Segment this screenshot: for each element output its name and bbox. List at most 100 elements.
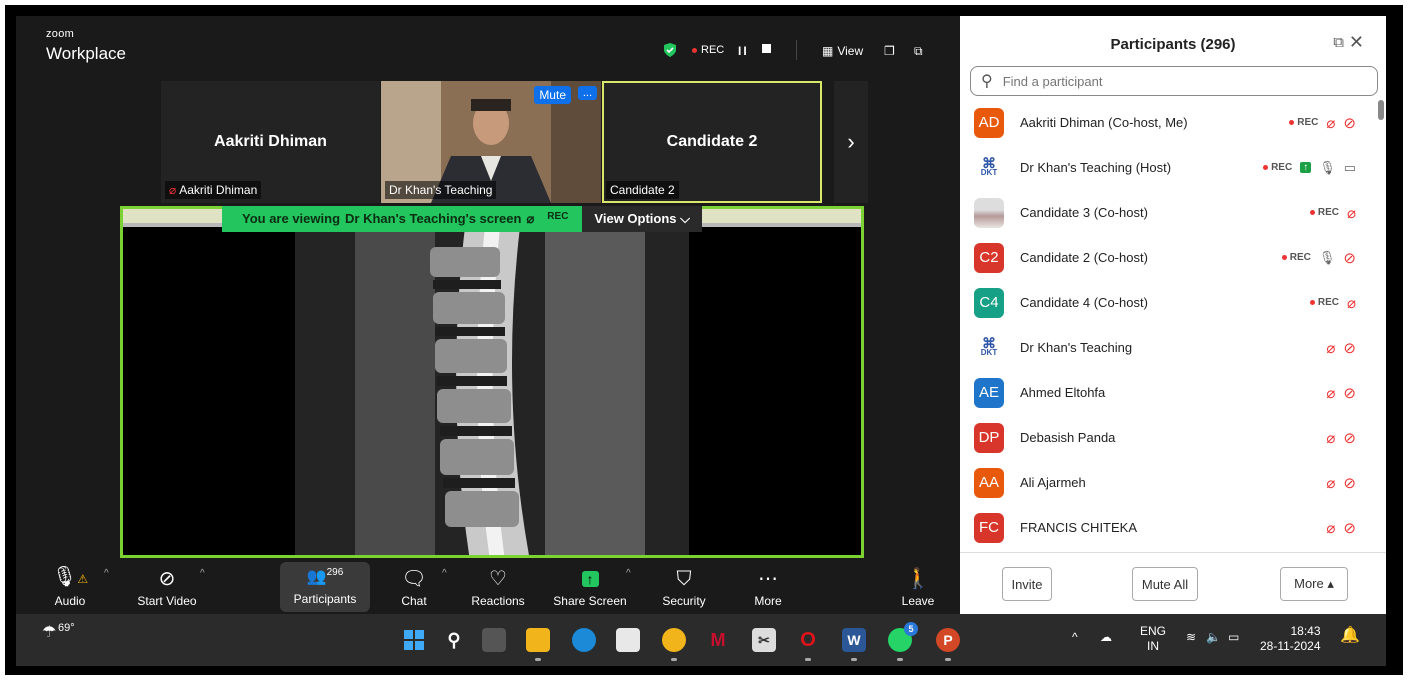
participant-status: REC ↑ 🎙 ▭ (1263, 160, 1356, 176)
video-tile-aakriti[interactable]: Aakriti Dhiman ⌀ Aakriti Dhiman (161, 81, 380, 203)
panel-title: Participants (296) (1110, 36, 1236, 53)
participant-status: REC ⌀ ⊘ (1289, 114, 1356, 132)
rec-dot-icon (1281, 255, 1287, 260)
whatsapp-icon[interactable]: 5 (888, 622, 918, 652)
share-options-caret[interactable]: ^ (626, 568, 631, 579)
windows-taskbar: ☂ 69° ⚲ M ✂ O W 5 P ^ ☁ ENG IN ≋ 🔈 ▭ 18:… (16, 614, 1386, 666)
share-screen-label: Share Screen (553, 594, 627, 608)
viewing-name: Dr Khan's Teaching's screen (345, 211, 522, 226)
video-off-icon: ⊘ (1343, 519, 1356, 537)
chrome-icon[interactable] (662, 628, 686, 652)
battery-icon[interactable]: ▭ (1228, 630, 1239, 645)
task-view-icon[interactable] (482, 628, 506, 652)
view-button[interactable]: ▦ View (822, 44, 863, 58)
pop-out-icon[interactable]: ⧉ (1333, 34, 1344, 51)
notification-bell-icon[interactable]: 🔔 (1340, 628, 1360, 644)
file-explorer-icon[interactable] (526, 628, 550, 652)
language-indicator[interactable]: ENG IN (1140, 624, 1166, 654)
running-indicator (535, 658, 541, 661)
start-windows-icon[interactable] (402, 628, 426, 652)
participants-button[interactable]: 👥296 Participants (280, 562, 370, 612)
grid-view-icon: ▦ (822, 44, 834, 58)
close-icon[interactable]: ✕ (1349, 32, 1364, 53)
rec-dot-icon (1263, 165, 1269, 170)
show-hidden-icons-chevron[interactable]: ^ (1072, 630, 1078, 645)
more-button[interactable]: ⋯ More (746, 558, 790, 614)
participant-row[interactable]: ⌘ DKT Dr Khan's Teaching ⌀ ⊘ (960, 325, 1376, 370)
ms-store-icon[interactable] (616, 628, 640, 652)
running-indicator (897, 658, 903, 661)
video-tile-dr-khan[interactable]: Mute ... Dr Khan's Teaching (381, 81, 601, 203)
word-icon[interactable]: W (842, 628, 866, 652)
leave-button[interactable]: 🚶 Leave (894, 558, 942, 614)
volume-icon[interactable]: 🔈 (1206, 630, 1221, 645)
tile-name: Candidate 2 (666, 133, 758, 150)
invite-button[interactable]: Invite (1002, 567, 1052, 601)
running-indicator (945, 658, 951, 661)
participant-row[interactable]: Candidate 3 (Co-host) REC ⌀ (960, 190, 1376, 235)
participant-row[interactable]: ⌘ DKT Dr Khan's Teaching (Host) REC ↑ 🎙 ▭ (960, 145, 1376, 190)
mute-participant-button[interactable]: Mute (534, 86, 571, 104)
video-tile-candidate-2[interactable]: Candidate 2 Candidate 2 (602, 81, 822, 203)
avatar: AD (974, 107, 1004, 138)
more-label: More (754, 594, 782, 608)
participant-row[interactable]: AA Ali Ajarmeh ⌀ ⊘ (960, 460, 1376, 505)
scrollbar[interactable] (1378, 100, 1384, 120)
start-video-button[interactable]: ⊘ Start Video (132, 558, 202, 614)
rec-dot-icon (1309, 210, 1315, 215)
mute-all-button[interactable]: Mute All (1132, 567, 1198, 601)
panel-more-button[interactable]: More ▴ (1280, 567, 1348, 601)
participant-row[interactable]: AD Aakriti Dhiman (Co-host, Me) REC ⌀ ⊘ (960, 100, 1376, 145)
security-button[interactable]: ⛉ Security (656, 558, 712, 614)
mcafee-icon[interactable]: M (706, 628, 730, 652)
chat-button[interactable]: 🗨 Chat (394, 558, 434, 614)
fullscreen-icon[interactable]: ⧉ (914, 44, 923, 59)
edge-browser-icon[interactable] (572, 628, 596, 652)
wifi-icon[interactable]: ≋ (1186, 630, 1196, 645)
participants-panel: Participants (296) ⧉ ✕ ⚲ ADAakriti Dhima… (960, 16, 1386, 614)
recording-indicator: REC (692, 44, 724, 56)
chat-options-caret[interactable]: ^ (442, 568, 447, 579)
audio-options-caret[interactable]: ^ (104, 568, 109, 579)
mic-icon: 🎙 (1319, 159, 1336, 175)
participant-row[interactable]: DP Debasish Panda ⌀ ⊘ (960, 415, 1376, 460)
participants-label: Participants (293, 592, 357, 606)
opera-icon[interactable]: O (796, 628, 820, 652)
video-off-icon: ⊘ (158, 568, 176, 590)
video-icon: ▭ (1343, 159, 1356, 175)
powerpoint-icon[interactable]: P (936, 628, 960, 652)
reactions-button[interactable]: ♡ Reactions (468, 558, 528, 614)
security-shield-icon[interactable] (662, 42, 678, 58)
tile-label: Candidate 2 (606, 181, 679, 199)
picture-in-picture-icon[interactable]: ❐ (884, 44, 895, 58)
snipping-tool-icon[interactable]: ✂ (752, 628, 776, 652)
search-icon[interactable]: ⚲ (442, 628, 466, 652)
clock[interactable]: 18:43 28-11-2024 (1260, 624, 1321, 654)
stop-recording-button[interactable] (762, 44, 771, 53)
next-page-button[interactable]: › (834, 81, 868, 203)
participant-more-button[interactable]: ... (577, 86, 597, 100)
participant-search[interactable]: ⚲ (970, 66, 1378, 96)
share-screen-button[interactable]: ↑ Share Screen (552, 558, 628, 614)
participant-row[interactable]: AE Ahmed Eltohfa ⌀ ⊘ (960, 370, 1376, 415)
meeting-controls: 🎙⚠ Audio ^ ⊘ Start Video ^ 👥296 Particip… (16, 558, 960, 614)
rec-dot-icon (1309, 300, 1315, 305)
running-indicator (805, 658, 811, 661)
view-options-button[interactable]: View Options ⌵ (582, 206, 702, 232)
participant-row[interactable]: C4 Candidate 4 (Co-host) REC ⌀ (960, 280, 1376, 325)
running-indicator (671, 658, 677, 661)
audio-button[interactable]: 🎙⚠ Audio (46, 558, 94, 614)
participant-name: FRANCIS CHITEKA (1020, 520, 1138, 535)
rec-label: REC (1289, 252, 1311, 263)
participant-row[interactable]: C2 Candidate 2 (Co-host) REC 🎙 ⊘ (960, 235, 1376, 280)
video-options-caret[interactable]: ^ (200, 568, 205, 579)
onedrive-cloud-icon[interactable]: ☁ (1100, 630, 1112, 645)
heart-icon: ♡ (489, 568, 507, 590)
avatar-initials: DKT (980, 167, 998, 177)
weather-widget[interactable]: ☂ 69° (42, 622, 75, 642)
pause-recording-button[interactable]: II (738, 44, 749, 58)
search-input[interactable] (1002, 73, 1343, 89)
mic-muted-icon: ⌀ (1326, 474, 1336, 492)
tile-name: Aakriti Dhiman (214, 133, 327, 150)
participant-row[interactable]: FC FRANCIS CHITEKA ⌀ ⊘ (960, 505, 1376, 550)
